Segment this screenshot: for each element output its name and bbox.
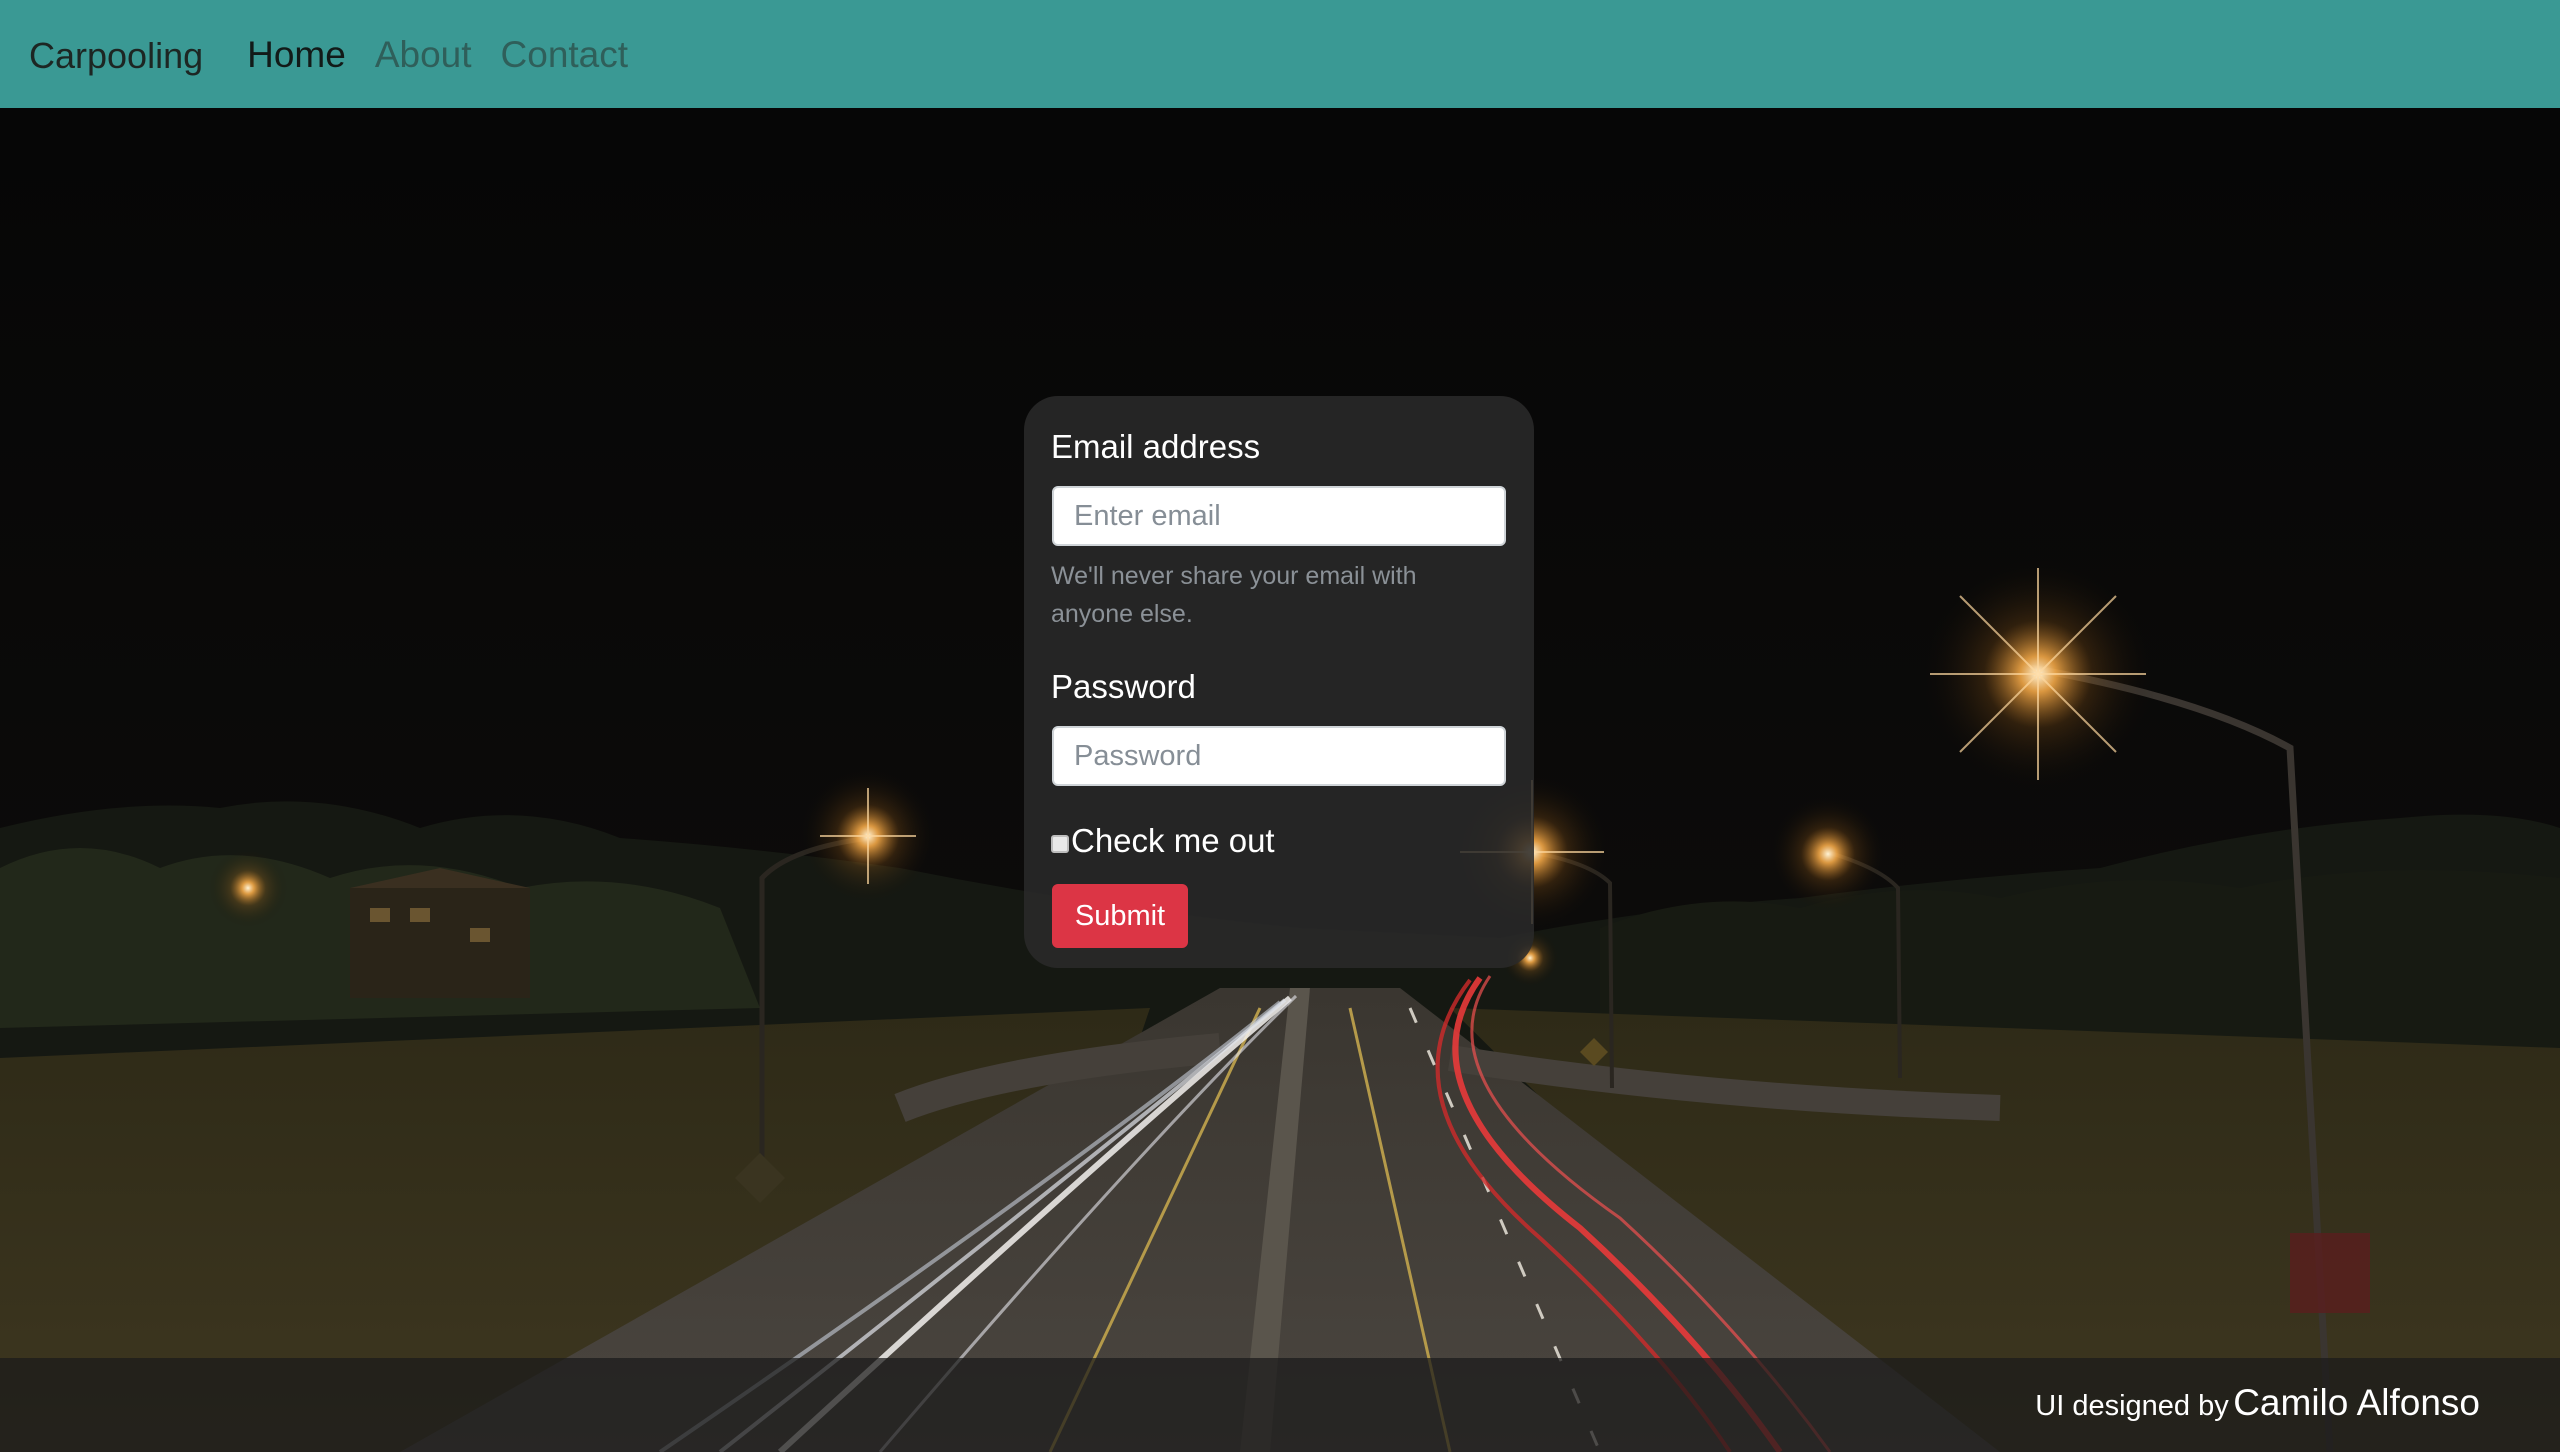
email-help-text: We'll never share your email with anyone… [1051, 562, 1417, 628]
login-form: Email address We'll never share your ema… [1024, 396, 1534, 968]
password-input[interactable] [1052, 726, 1506, 786]
nav-links: Home About Contact [247, 36, 657, 73]
nav-link-about[interactable]: About [375, 36, 472, 73]
nav-link-home[interactable]: Home [247, 36, 346, 73]
footer-credit-prefix: UI designed by [2035, 1390, 2229, 1422]
navbar: Carpooling Home About Contact [0, 0, 2560, 108]
footer-credit: UI designed by Camilo Alfonso [2035, 1382, 2480, 1424]
check-me-out-label[interactable]: Check me out [1071, 822, 1275, 860]
nav-link-contact[interactable]: Contact [501, 36, 629, 73]
check-me-out-checkbox[interactable] [1051, 835, 1069, 853]
check-me-out-row: Check me out [1051, 822, 1275, 860]
footer-author-name[interactable]: Camilo Alfonso [2233, 1382, 2480, 1423]
footer: UI designed by Camilo Alfonso [0, 1358, 2560, 1452]
navbar-brand[interactable]: Carpooling [29, 38, 203, 74]
email-label: Email address [1051, 428, 1261, 465]
email-input[interactable] [1052, 486, 1506, 546]
submit-button[interactable]: Submit [1052, 884, 1188, 948]
password-label: Password [1051, 668, 1196, 705]
